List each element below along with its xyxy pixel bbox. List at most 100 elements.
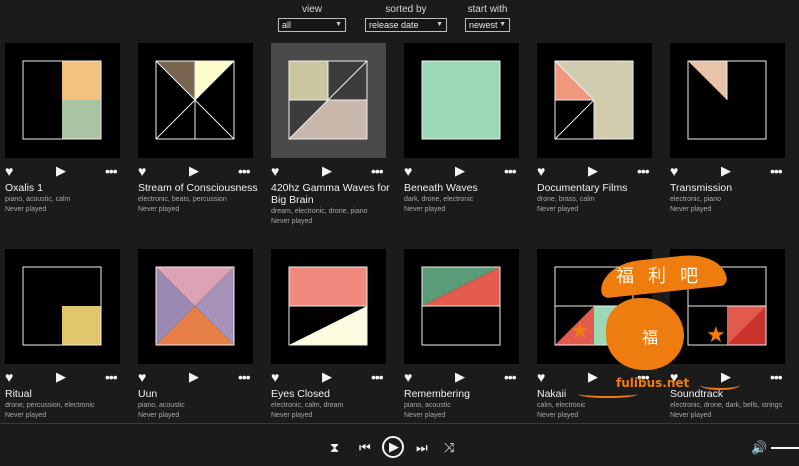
album-info: Documentary Films drone, brass, calm Nev… (537, 182, 665, 215)
card-controls: ♥ ▶ ••• (670, 163, 790, 179)
play-icon[interactable]: ▶ (721, 163, 731, 179)
volume-slider[interactable] (771, 447, 799, 449)
card-controls: ♥ ▶ ••• (271, 369, 391, 385)
play-icon[interactable]: ▶ (455, 163, 465, 179)
play-icon: ▶ (389, 439, 399, 454)
album-cover[interactable] (537, 43, 652, 158)
card-controls: ♥ ▶ ••• (138, 369, 258, 385)
cover-art (22, 266, 102, 346)
album-info: Beneath Waves dark, drone, electronic Ne… (404, 182, 532, 215)
album-cover[interactable] (404, 43, 519, 158)
heart-icon[interactable]: ♥ (271, 163, 279, 179)
card-controls: ♥ ▶ ••• (537, 163, 657, 179)
play-icon[interactable]: ▶ (56, 163, 66, 179)
player-bar: ⧗ ⏮ ▶ ⏭ ⤨ 🔊 (0, 428, 799, 466)
album-cover[interactable] (670, 43, 785, 158)
album-info: Ritual drone, percussion, electronic Nev… (5, 388, 133, 421)
more-icon[interactable]: ••• (105, 369, 118, 385)
album-title[interactable]: Transmission (670, 182, 798, 194)
album-cover[interactable] (404, 249, 519, 364)
cover-art (554, 60, 634, 140)
play-icon[interactable]: ▶ (56, 369, 66, 385)
more-icon[interactable]: ••• (637, 163, 650, 179)
hourglass-icon[interactable]: ⧗ (330, 440, 339, 456)
cover-art (687, 60, 767, 140)
play-icon[interactable]: ▶ (455, 369, 465, 385)
album-info: Eyes Closed electronic, calm, dream Neve… (271, 388, 399, 421)
play-status: Never played (5, 412, 47, 419)
album-cover[interactable] (5, 249, 120, 364)
album-tags: piano, acoustic (404, 402, 451, 409)
star-icon: ★ (706, 322, 726, 347)
heart-icon[interactable]: ♥ (670, 163, 678, 179)
heart-icon[interactable]: ♥ (404, 163, 412, 179)
play-status: Never played (5, 206, 47, 213)
card-controls: ♥ ▶ ••• (271, 163, 391, 179)
album-tags: electronic, drone, dark, bells, strings (670, 402, 783, 409)
album-cover[interactable] (271, 249, 386, 364)
shuffle-icon[interactable]: ⤨ (444, 440, 454, 456)
next-icon[interactable]: ⏭ (416, 440, 428, 456)
album-tags: drone, brass, calm (537, 196, 595, 203)
card-controls: ♥ ▶ ••• (5, 163, 125, 179)
album-tags: electronic, calm, dream (271, 402, 344, 409)
album-title[interactable]: Beneath Waves (404, 182, 532, 194)
cover-art (288, 266, 368, 346)
album-title[interactable]: Uun (138, 388, 266, 400)
play-status: Never played (271, 412, 313, 419)
previous-icon[interactable]: ⏮ (359, 440, 371, 456)
play-status: Never played (138, 206, 180, 213)
album-title[interactable]: Remembering (404, 388, 532, 400)
heart-icon[interactable]: ♥ (5, 369, 13, 385)
heart-icon[interactable]: ♥ (404, 369, 412, 385)
more-icon[interactable]: ••• (371, 163, 384, 179)
heart-icon[interactable]: ♥ (271, 369, 279, 385)
heart-icon[interactable]: ♥ (5, 163, 13, 179)
album-info: Stream of Consciousness electronic, beat… (138, 182, 266, 215)
play-icon[interactable]: ▶ (322, 369, 332, 385)
more-icon[interactable]: ••• (371, 369, 384, 385)
play-button[interactable]: ▶ (382, 436, 404, 458)
more-icon[interactable]: ••• (504, 369, 517, 385)
play-icon[interactable]: ▶ (588, 163, 598, 179)
album-cover[interactable] (138, 249, 253, 364)
card-controls: ♥ ▶ ••• (404, 163, 524, 179)
play-status: Never played (537, 206, 579, 213)
play-icon[interactable]: ▶ (189, 369, 199, 385)
player-divider (0, 423, 799, 424)
more-icon[interactable]: ••• (504, 163, 517, 179)
watermark-swash (700, 380, 740, 390)
album-tags: dark, drone, electronic (404, 196, 474, 203)
card-controls: ♥ ▶ ••• (5, 369, 125, 385)
star-icon: ★ (570, 318, 590, 343)
album-title[interactable]: Eyes Closed (271, 388, 399, 400)
heart-icon[interactable]: ♥ (138, 163, 146, 179)
album-title[interactable]: Documentary Films (537, 182, 665, 194)
heart-icon[interactable]: ♥ (138, 369, 146, 385)
cover-art (155, 60, 235, 140)
album-title[interactable]: 420hz Gamma Waves for Big Brain (271, 182, 399, 206)
cover-art (421, 266, 501, 346)
card-controls: ♥ ▶ ••• (138, 163, 258, 179)
more-icon[interactable]: ••• (238, 163, 251, 179)
album-info: Transmission electronic, piano Never pla… (670, 182, 798, 215)
volume-icon[interactable]: 🔊 (751, 440, 767, 456)
more-icon[interactable]: ••• (238, 369, 251, 385)
album-tags: drone, percussion, electronic (5, 402, 95, 409)
album-title[interactable]: Stream of Consciousness (138, 182, 266, 194)
play-icon[interactable]: ▶ (189, 163, 199, 179)
album-tags: piano, acoustic, calm (5, 196, 71, 203)
play-status: Never played (271, 218, 313, 225)
album-cover[interactable] (5, 43, 120, 158)
more-icon[interactable]: ••• (770, 163, 783, 179)
album-cover[interactable] (271, 43, 386, 158)
watermark: 福利吧 福 ★ ★ fulibus.net (540, 251, 780, 402)
album-cover[interactable] (138, 43, 253, 158)
album-title[interactable]: Oxalis 1 (5, 182, 133, 194)
album-title[interactable]: Ritual (5, 388, 133, 400)
play-status: Never played (404, 206, 446, 213)
heart-icon[interactable]: ♥ (537, 163, 545, 179)
cover-art (421, 60, 501, 140)
more-icon[interactable]: ••• (105, 163, 118, 179)
play-icon[interactable]: ▶ (322, 163, 332, 179)
